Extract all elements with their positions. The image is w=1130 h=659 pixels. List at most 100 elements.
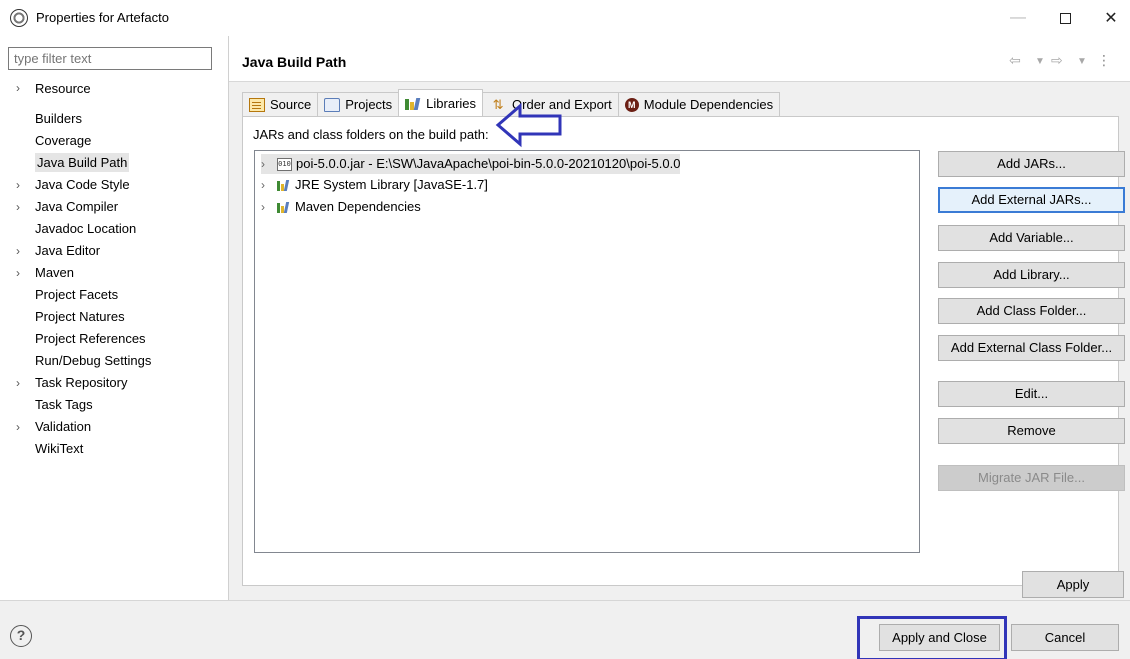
library-icon <box>277 201 291 213</box>
sidebar-item-resource[interactable]: › Resource <box>0 81 222 108</box>
tab-label: Projects <box>345 97 393 112</box>
back-menu-chevron-icon[interactable]: ▼ <box>1035 56 1045 67</box>
sidebar-item-validation[interactable]: › Validation <box>0 416 222 438</box>
cancel-button[interactable]: Cancel <box>1011 624 1119 651</box>
sidebar-item-java-compiler[interactable]: › Java Compiler <box>0 196 222 218</box>
sidebar-item-label: Maven <box>35 265 75 280</box>
library-entry-label: JRE System Library [JavaSE-1.7] <box>295 177 488 192</box>
expand-chevron-icon[interactable]: › <box>16 196 20 218</box>
sidebar-item-label: Project References <box>35 331 146 346</box>
sidebar-item-project-references[interactable]: Project References <box>0 328 222 350</box>
remove-button[interactable]: Remove <box>938 418 1125 444</box>
sidebar-item-label: Resource <box>35 81 91 96</box>
expand-chevron-icon[interactable]: › <box>16 416 20 438</box>
sidebar-item-task-repository[interactable]: › Task Repository <box>0 372 222 394</box>
page-title: Java Build Path <box>242 54 347 70</box>
sidebar-item-maven[interactable]: › Maven <box>0 262 222 284</box>
add-jars-button[interactable]: Add JARs... <box>938 151 1125 177</box>
expand-chevron-icon[interactable]: › <box>16 372 20 394</box>
library-icon <box>405 96 421 110</box>
add-class-folder-button[interactable]: Add Class Folder... <box>938 298 1125 324</box>
sidebar-item-label: WikiText <box>35 441 84 456</box>
expand-chevron-icon[interactable]: › <box>261 154 273 174</box>
sidebar-item-label: Project Natures <box>35 309 125 324</box>
expand-chevron-icon[interactable]: › <box>16 240 20 262</box>
tab-libraries[interactable]: Libraries <box>398 89 484 116</box>
sidebar-item-label: Coverage <box>35 133 92 148</box>
sidebar-item-label: Task Repository <box>35 375 128 390</box>
content-area: Java Build Path ⇦ ▼ ⇨ ▼ ⋮ Source Project… <box>229 36 1130 600</box>
sidebar-item-task-tags[interactable]: Task Tags <box>0 394 222 416</box>
migrate-jar-file-button: Migrate JAR File... <box>938 465 1125 491</box>
forward-arrow-icon[interactable]: ⇨ <box>1051 52 1063 69</box>
expand-chevron-icon[interactable]: › <box>16 262 20 284</box>
eclipse-app-icon <box>10 9 28 27</box>
library-entry-label: Maven Dependencies <box>295 199 421 214</box>
tab-projects[interactable]: Projects <box>317 92 400 116</box>
expand-chevron-icon[interactable]: › <box>261 175 273 195</box>
dialog-footer: ? Apply and Close Cancel <box>0 600 1130 659</box>
sidebar-item-java-code-style[interactable]: › Java Code Style <box>0 174 222 196</box>
library-entry-maven[interactable]: › Maven Dependencies <box>261 197 421 217</box>
add-external-jars-button[interactable]: Add External JARs... <box>938 187 1125 213</box>
sidebar-item-run-debug-settings[interactable]: Run/Debug Settings <box>0 350 222 372</box>
maximize-icon <box>1059 12 1071 24</box>
tab-source[interactable]: Source <box>242 92 319 116</box>
page-header: Java Build Path ⇦ ▼ ⇨ ▼ ⋮ <box>229 36 1130 82</box>
source-icon <box>249 97 265 112</box>
libraries-tree[interactable]: › 010 poi-5.0.0.jar - E:\SW\JavaApache\p… <box>254 150 920 553</box>
module-icon: M <box>624 97 639 112</box>
sidebar-item-coverage[interactable]: Coverage <box>0 130 222 152</box>
maximize-button[interactable] <box>1042 0 1088 36</box>
sidebar-item-builders[interactable]: Builders <box>0 108 222 130</box>
sidebar-item-label: Builders <box>35 111 82 126</box>
sidebar-item-label: Java Editor <box>35 243 101 258</box>
close-window-button[interactable]: ✕ <box>1088 0 1130 36</box>
sidebar-item-label: Java Code Style <box>35 177 130 192</box>
jar-icon: 010 <box>277 157 292 171</box>
sidebar-item-label: Java Compiler <box>35 199 119 214</box>
expand-chevron-icon[interactable]: › <box>16 81 20 95</box>
sidebar-item-javadoc-location[interactable]: Javadoc Location <box>0 218 222 240</box>
add-variable-button[interactable]: Add Variable... <box>938 225 1125 251</box>
sidebar-item-label: Project Facets <box>35 287 119 302</box>
view-menu-icon[interactable]: ⋮ <box>1097 52 1111 69</box>
minimize-icon: — <box>1010 9 1026 26</box>
folder-icon <box>324 97 341 112</box>
close-icon: ✕ <box>1104 10 1118 27</box>
tab-module-dependencies[interactable]: M Module Dependencies <box>617 92 781 116</box>
tab-label: Module Dependencies <box>643 97 774 112</box>
back-arrow-icon[interactable]: ⇦ <box>1009 52 1021 69</box>
tab-label: Libraries <box>426 95 477 111</box>
window-title: Properties for Artefacto <box>36 10 169 25</box>
sidebar-item-label: Task Tags <box>35 397 93 412</box>
sidebar-item-java-build-path[interactable]: Java Build Path <box>0 152 222 174</box>
expand-chevron-icon[interactable]: › <box>261 197 273 217</box>
add-external-class-folder-button[interactable]: Add External Class Folder... <box>938 335 1125 361</box>
library-entry-jre[interactable]: › JRE System Library [JavaSE-1.7] <box>261 175 488 195</box>
title-bar: Properties for Artefacto — ✕ <box>0 0 1130 36</box>
apply-button[interactable]: Apply <box>1022 571 1124 598</box>
build-path-label: JARs and class folders on the build path… <box>253 127 489 142</box>
expand-chevron-icon[interactable]: › <box>16 174 20 196</box>
sidebar-item-label: Validation <box>35 419 92 434</box>
library-entry-label: poi-5.0.0.jar - E:\SW\JavaApache\poi-bin… <box>296 156 681 171</box>
tab-label: Source <box>270 97 312 112</box>
forward-menu-chevron-icon[interactable]: ▼ <box>1077 56 1087 67</box>
sidebar-item-label: Run/Debug Settings <box>35 353 152 368</box>
sidebar-item-wikitext[interactable]: WikiText <box>0 438 222 460</box>
nav-tree: › Resource Builders Coverage Java Build Path… <box>0 81 222 460</box>
edit-button[interactable]: Edit... <box>938 381 1125 407</box>
sidebar-item-project-natures[interactable]: Project Natures <box>0 306 222 328</box>
library-entry-poi-jar[interactable]: › 010 poi-5.0.0.jar - E:\SW\JavaApache\p… <box>261 154 681 174</box>
add-library-button[interactable]: Add Library... <box>938 262 1125 288</box>
sidebar-item-label: Java Build Path <box>35 153 130 172</box>
filter-input[interactable] <box>8 47 212 70</box>
apply-and-close-button[interactable]: Apply and Close <box>879 624 1000 651</box>
sidebar-item-project-facets[interactable]: Project Facets <box>0 284 222 306</box>
minimize-button[interactable]: — <box>995 0 1041 36</box>
properties-nav: › Resource Builders Coverage Java Build Path… <box>0 36 222 600</box>
sidebar-item-java-editor[interactable]: › Java Editor <box>0 240 222 262</box>
library-icon <box>277 179 291 191</box>
help-icon[interactable]: ? <box>10 625 32 647</box>
